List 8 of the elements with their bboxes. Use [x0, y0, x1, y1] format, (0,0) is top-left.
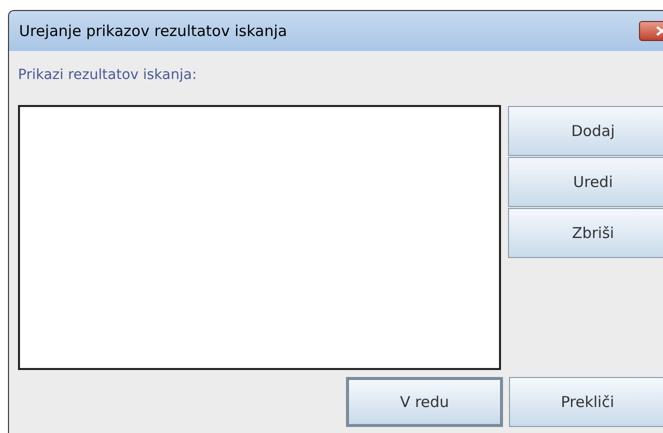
dialog-button[interactable]: V redu — [346, 377, 503, 427]
list-label: Prikazi rezultatov iskanja: — [18, 67, 197, 83]
dialog-button[interactable]: Prekliči — [509, 377, 663, 427]
list-box[interactable] — [18, 105, 501, 370]
window-title: Urejanje prikazov rezultatov iskanja — [19, 20, 288, 42]
side-button[interactable]: Uredi — [508, 157, 663, 207]
side-button[interactable]: Dodaj — [508, 106, 663, 156]
side-button[interactable]: Zbriši — [508, 208, 663, 258]
